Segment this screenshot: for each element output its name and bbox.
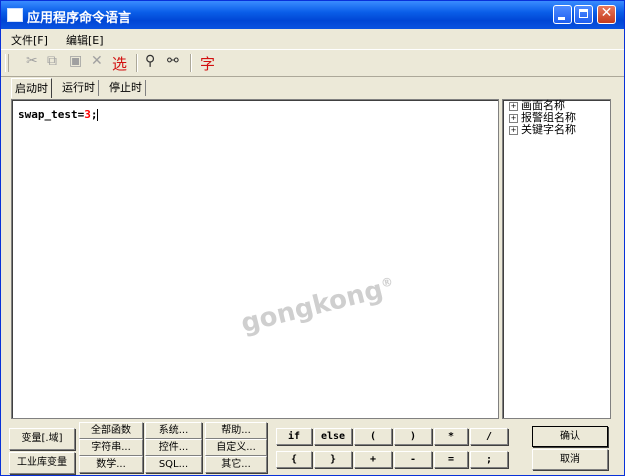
close-button[interactable]: ✕ [597, 5, 616, 24]
plus-button[interactable]: + [354, 451, 392, 468]
code-number: 3 [84, 108, 91, 121]
variable-button[interactable]: 变量[.域] [9, 428, 75, 450]
delete-icon[interactable]: ✕ [91, 53, 103, 69]
watermark-text: gongkong [238, 274, 387, 340]
left-brace-button[interactable]: { [276, 451, 312, 468]
close-icon: ✕ [600, 5, 613, 21]
else-button[interactable]: else [314, 428, 352, 445]
title-bar: 应用程序命令语言 ✕ [1, 1, 624, 29]
text-cursor [97, 109, 99, 121]
window-title: 应用程序命令语言 [27, 11, 132, 26]
watermark: gongkong® [238, 272, 398, 339]
menu-bar: 文件[F] 编辑[E] [1, 29, 624, 48]
if-button[interactable]: if [276, 428, 312, 445]
industrial-variable-button[interactable]: 工业库变量 [9, 452, 75, 474]
command-panel: 变量[.域] 工业库变量 全部函数 系统... 帮助... 字符串... 控件.… [1, 419, 624, 475]
tab-stopping[interactable]: 停止时 [106, 80, 146, 96]
left-paren-button[interactable]: ( [354, 428, 392, 445]
code-semicolon: ; [90, 108, 98, 121]
toolbar-separator [190, 54, 192, 72]
sql-button[interactable]: SQL... [145, 456, 202, 473]
cut-icon[interactable]: ✂ [26, 53, 38, 69]
maximize-button[interactable] [574, 5, 593, 24]
replace-icon[interactable]: ⚯ [167, 53, 179, 69]
help-button[interactable]: 帮助... [205, 422, 267, 439]
menu-edit[interactable]: 编辑[E] [66, 32, 104, 48]
right-paren-button[interactable]: ) [394, 428, 432, 445]
copy-icon[interactable]: ⧉ [47, 53, 57, 69]
expand-icon[interactable]: + [509, 113, 518, 123]
tree-node-keywords[interactable]: + 关键字名称 [509, 124, 576, 136]
ok-button[interactable]: 确认 [532, 426, 608, 447]
app-window: 应用程序命令语言 ✕ 文件[F] 编辑[E] ✂ ⧉ ▣ ✕ 选 ⚲ ⚯ 字 启… [0, 0, 625, 476]
minus-button[interactable]: - [394, 451, 432, 468]
find-icon[interactable]: ⚲ [145, 53, 155, 69]
name-tree: + 画面名称 + 报警组名称 + 关键字名称 [502, 99, 611, 419]
multiply-button[interactable]: * [434, 428, 468, 445]
all-functions-button[interactable]: 全部函数 [79, 422, 143, 439]
tab-running[interactable]: 运行时 [59, 80, 99, 96]
toolbar-grip[interactable] [5, 54, 9, 72]
code-line: swap_test=3; [18, 108, 99, 121]
tab-startup[interactable]: 启动时 [11, 78, 52, 98]
right-brace-button[interactable]: } [314, 451, 352, 468]
toolbar-separator [136, 54, 138, 72]
maximize-icon [579, 9, 588, 18]
string-button[interactable]: 字符串... [79, 439, 143, 456]
minimize-button[interactable] [553, 5, 572, 24]
expand-icon[interactable]: + [509, 101, 518, 111]
menu-file[interactable]: 文件[F] [11, 32, 48, 48]
paste-icon[interactable]: ▣ [69, 53, 82, 69]
tree-node-label: 关键字名称 [521, 123, 576, 136]
tab-strip: 启动时 运行时 停止时 [1, 78, 624, 98]
equals-button[interactable]: = [434, 451, 468, 468]
custom-button[interactable]: 自定义... [205, 439, 267, 456]
window-icon [7, 8, 23, 22]
code-text: swap_test= [18, 108, 85, 121]
code-editor[interactable]: swap_test=3; gongkong® [11, 99, 499, 419]
font-button[interactable]: 字 [200, 53, 215, 74]
cancel-button[interactable]: 取消 [532, 449, 608, 470]
toolbar: ✂ ⧉ ▣ ✕ 选 ⚲ ⚯ 字 [1, 49, 624, 77]
other-button[interactable]: 其它... [205, 456, 267, 473]
math-button[interactable]: 数学... [79, 456, 143, 473]
control-button[interactable]: 控件... [145, 439, 202, 456]
expand-icon[interactable]: + [509, 125, 518, 135]
semicolon-button[interactable]: ; [470, 451, 508, 468]
divide-button[interactable]: / [470, 428, 508, 445]
system-button[interactable]: 系统... [145, 422, 202, 439]
minimize-icon [558, 17, 565, 20]
select-button[interactable]: 选 [112, 53, 127, 74]
registered-icon: ® [379, 274, 395, 291]
